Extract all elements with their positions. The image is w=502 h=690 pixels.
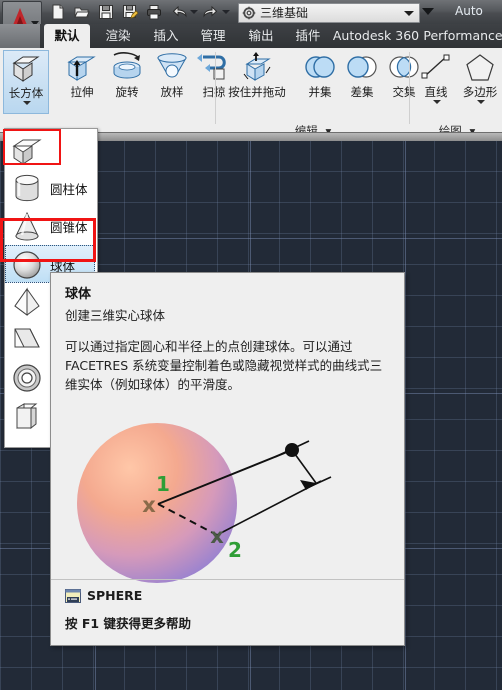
new-file-button[interactable] (48, 3, 68, 21)
sphere-diagram-label-2: 2 (228, 538, 242, 562)
app-title: Auto (455, 4, 483, 18)
cylinder-icon (15, 174, 39, 202)
save-as-icon (123, 5, 138, 19)
chevron-down-icon[interactable] (477, 100, 485, 104)
new-file-icon (52, 4, 64, 20)
command-prompt-icon (65, 589, 81, 603)
torus-icon (13, 364, 41, 392)
workspace-switcher[interactable]: 三维基础 (238, 3, 420, 23)
ribbon-button-union[interactable]: 并集 (298, 50, 342, 112)
tab-manage[interactable]: 管理 (190, 24, 236, 48)
ribbon-button-box-label: 长方体 (8, 86, 44, 100)
ribbon-button-presspull-label: 按住并拖动 (228, 85, 286, 99)
union-icon (305, 56, 335, 78)
tooltip-panel: 球体 创建三维实心球体 可以通过指定圆心和半径上的点创建球体。可以通过 FACE… (50, 272, 405, 646)
ribbon-tab-bar: 默认 渲染 插入 管理 输出 插件 Autodesk 360 Performan… (0, 24, 502, 48)
highlight-sphere-item (0, 218, 96, 262)
undo-arrow-icon (172, 5, 187, 18)
ribbon-button-loft[interactable]: 放样 (150, 50, 194, 112)
ribbon-button-polygon-label: 多边形 (462, 85, 498, 99)
tooltip-title: 球体 (65, 287, 92, 302)
redo-button[interactable] (200, 3, 220, 21)
polysolid-icon (16, 403, 38, 430)
polygon-icon (466, 54, 494, 81)
tab-default[interactable]: 默认 (44, 24, 90, 48)
sphere-diagram-marker-1: x (142, 493, 156, 517)
overflow-chevron-icon[interactable] (422, 8, 434, 15)
tab-render[interactable]: 渲染 (95, 24, 141, 48)
extrude-icon (67, 56, 96, 81)
tab-plugins[interactable]: 插件 (285, 24, 331, 48)
line-icon (421, 54, 450, 79)
sphere-diagram-label-1: 1 (156, 472, 170, 496)
tab-output[interactable]: 输出 (238, 24, 284, 48)
pyramid-icon (14, 287, 40, 316)
modeling-panel: 长方体 拉伸 旋转 放样 扫掠 (0, 48, 226, 140)
highlight-box-button (3, 129, 61, 165)
revolve-icon (113, 52, 141, 79)
tooltip-subtitle: 创建三维实心球体 (65, 308, 166, 323)
save-as-button[interactable] (120, 3, 140, 21)
flyout-item-cylinder[interactable]: 圆柱体 (6, 169, 96, 207)
chevron-down-icon[interactable] (433, 100, 441, 104)
tab-autodesk-360[interactable]: Autodesk 360 (332, 24, 420, 48)
gear-icon (242, 6, 256, 20)
redo-arrow-icon (203, 5, 218, 18)
wedge-icon (14, 328, 40, 348)
undo-dropdown-icon[interactable] (190, 10, 198, 14)
redo-dropdown-icon[interactable] (222, 10, 230, 14)
undo-button[interactable] (170, 3, 190, 21)
ribbon-button-subtract[interactable]: 差集 (340, 50, 384, 112)
save-disk-icon (99, 5, 113, 19)
save-button[interactable] (96, 3, 116, 21)
tooltip-command: SPHERE (87, 588, 143, 603)
subtract-icon (347, 56, 377, 78)
ribbon-button-revolve[interactable]: 旋转 (105, 50, 149, 112)
open-file-button[interactable] (72, 3, 92, 21)
ribbon-button-presspull[interactable]: 按住并拖动 (221, 50, 293, 112)
chevron-down-icon[interactable] (404, 11, 414, 16)
panel-divider (215, 52, 216, 124)
plot-button[interactable] (144, 3, 164, 21)
box-solid-icon (12, 56, 40, 82)
tabbar-logo-fill (0, 24, 40, 48)
flyout-item-cylinder-label: 圆柱体 (50, 182, 88, 197)
tooltip-description: 可以通过指定圆心和半径上的点创建球体。可以通过 FACETRES 系统变量控制着… (65, 339, 383, 392)
printer-icon (147, 5, 161, 20)
ribbon-button-polygon[interactable]: 多边形 (458, 50, 502, 112)
presspull-icon (243, 52, 271, 81)
sphere-diagram: x x 1 2 (77, 423, 332, 583)
ribbon-button-extrude[interactable]: 拉伸 (60, 50, 104, 112)
tab-performance[interactable]: Performance (422, 24, 502, 48)
ribbon-button-box[interactable]: 长方体 (3, 50, 49, 114)
tooltip-divider (51, 579, 404, 580)
title-bar: 三维基础 Auto (0, 0, 502, 43)
tooltip-help-text: 按 F1 键获得更多帮助 (65, 616, 191, 631)
open-folder-icon (74, 7, 90, 18)
loft-icon (157, 53, 187, 78)
chevron-down-icon[interactable] (23, 101, 31, 105)
sphere-diagram-marker-2: x (210, 524, 224, 548)
tab-insert[interactable]: 插入 (143, 24, 189, 48)
ribbon-button-line[interactable]: 直线 (414, 50, 458, 112)
workspace-value: 三维基础 (260, 6, 309, 20)
